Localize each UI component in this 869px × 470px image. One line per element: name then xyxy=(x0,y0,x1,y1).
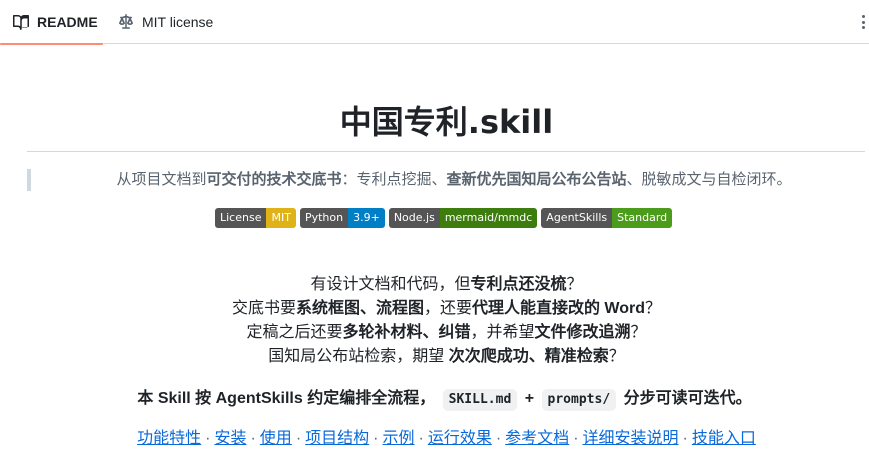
badge-license[interactable]: License MIT xyxy=(215,208,296,228)
badge-row: License MIT Python 3.9+ Node.js mermaid/mmd… xyxy=(215,208,673,228)
pain-point-lines: 有设计文档和代码，但专利点还没梳？ 交底书要系统框图、流程图，还要代理人能直接改… xyxy=(0,273,869,369)
tagline-bold-deliverable: 可交付的技术交底书 xyxy=(206,171,342,188)
tab-mit-license-label: MIT license xyxy=(142,14,214,30)
link-skill-entry[interactable]: 技能入口 xyxy=(692,430,756,447)
readme-title: 中国专利.skill xyxy=(339,103,554,141)
link-structure[interactable]: 项目结构 xyxy=(305,430,369,447)
tab-mit-license[interactable]: MIT license xyxy=(118,0,213,44)
link-usage[interactable]: 使用 xyxy=(260,430,292,447)
link-install-guide[interactable]: 详细安装说明 xyxy=(583,430,679,447)
badge-nodejs[interactable]: Node.js mermaid/mmdc xyxy=(388,208,538,228)
pain-point-line: 交底书要系统框图、流程图，还要代理人能直接改的 Word？ xyxy=(231,300,662,317)
tab-readme-label: README xyxy=(37,14,98,30)
tab-bar: README MIT license xyxy=(0,0,869,45)
badge-python[interactable]: Python 3.9+ xyxy=(299,208,385,228)
pain-point-line: 国知局公布站检索，期望 次次爬成功、精准检索？ xyxy=(268,348,625,365)
title-divider xyxy=(27,151,865,152)
link-install[interactable]: 安装 xyxy=(214,430,246,447)
law-icon xyxy=(118,14,142,30)
code-skill-md: SKILL.md xyxy=(442,389,518,411)
badge-agentskills[interactable]: AgentSkills Standard xyxy=(541,208,673,228)
link-results[interactable]: 运行效果 xyxy=(428,430,492,447)
tagline-bold-search: 查新优先国知局公布公告站 xyxy=(446,171,627,188)
more-options-icon[interactable] xyxy=(858,13,868,31)
link-features[interactable]: 功能特性 xyxy=(137,430,201,447)
book-icon xyxy=(13,14,37,30)
pain-point-line: 有设计文档和代码，但专利点还没梳？ xyxy=(310,276,583,293)
tab-readme[interactable]: README xyxy=(0,0,103,45)
workflow-statement: 本 Skill 按 AgentSkills 约定编排全流程， SKILL.md … xyxy=(0,386,869,412)
code-prompts: prompts/ xyxy=(541,389,617,411)
pain-point-line: 定稿之后还要多轮补材料、纠错，并希望文件修改追溯？ xyxy=(246,324,647,341)
tagline-quote: 从项目文档到可交付的技术交底书：专利点挖掘、查新优先国知局公布公告站、脱敏成文与… xyxy=(116,171,792,188)
link-references[interactable]: 参考文档 xyxy=(505,430,569,447)
section-links: 功能特性 · 安装 · 使用 · 项目结构 · 示例 · 运行效果 · 参考文档 · 详细安装说明 · 技能入口 xyxy=(137,430,756,447)
link-examples[interactable]: 示例 xyxy=(382,430,414,447)
blockquote-bar xyxy=(27,169,31,191)
